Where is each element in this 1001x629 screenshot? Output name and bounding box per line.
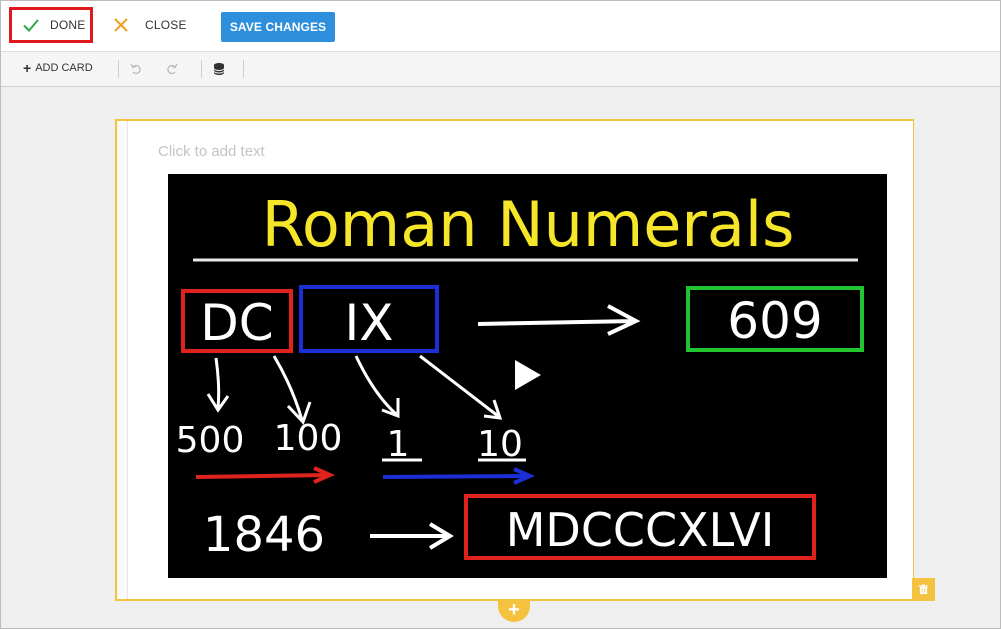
card-body: Click to add text Roman Numerals DC IX 6…: [127, 121, 913, 599]
toolbar-divider: [243, 60, 244, 78]
add-card-button[interactable]: + ADD CARD: [23, 59, 93, 76]
x-icon: [114, 18, 128, 32]
trash-icon: [918, 584, 929, 595]
undo-icon[interactable]: [129, 62, 143, 76]
video-thumbnail[interactable]: Roman Numerals DC IX 609 500 100 1 10 18…: [168, 174, 887, 578]
add-card-label: ADD CARD: [35, 62, 93, 74]
done-button[interactable]: DONE: [9, 7, 93, 43]
play-icon[interactable]: [515, 360, 541, 390]
toolbar-divider: [201, 60, 202, 78]
result-mdccclvi: MDCCCXLVI: [506, 503, 775, 557]
save-changes-button[interactable]: SAVE CHANGES: [221, 12, 335, 42]
redo-icon[interactable]: [165, 62, 179, 76]
result-609: 609: [727, 292, 822, 350]
delete-card-button[interactable]: [912, 578, 935, 601]
value-100: 100: [274, 418, 343, 459]
plus-icon: +: [508, 599, 520, 621]
value-500: 500: [176, 420, 245, 461]
numeral-ix: IX: [345, 294, 394, 352]
toolbar-divider: [118, 60, 119, 78]
number-1846: 1846: [203, 507, 325, 563]
editor-toolbar: + ADD CARD: [1, 52, 1000, 87]
check-icon: [23, 19, 39, 32]
close-button[interactable]: CLOSE: [113, 9, 187, 41]
text-placeholder[interactable]: Click to add text: [158, 143, 265, 160]
content-card[interactable]: Click to add text Roman Numerals DC IX 6…: [115, 119, 914, 601]
plus-icon: +: [23, 59, 32, 76]
done-label: DONE: [50, 18, 86, 32]
numeral-dc: DC: [200, 294, 273, 352]
video-title: Roman Numerals: [262, 188, 795, 261]
close-label: CLOSE: [145, 18, 187, 32]
top-action-bar: DONE CLOSE SAVE CHANGES: [1, 1, 1000, 52]
database-icon[interactable]: [212, 62, 226, 76]
